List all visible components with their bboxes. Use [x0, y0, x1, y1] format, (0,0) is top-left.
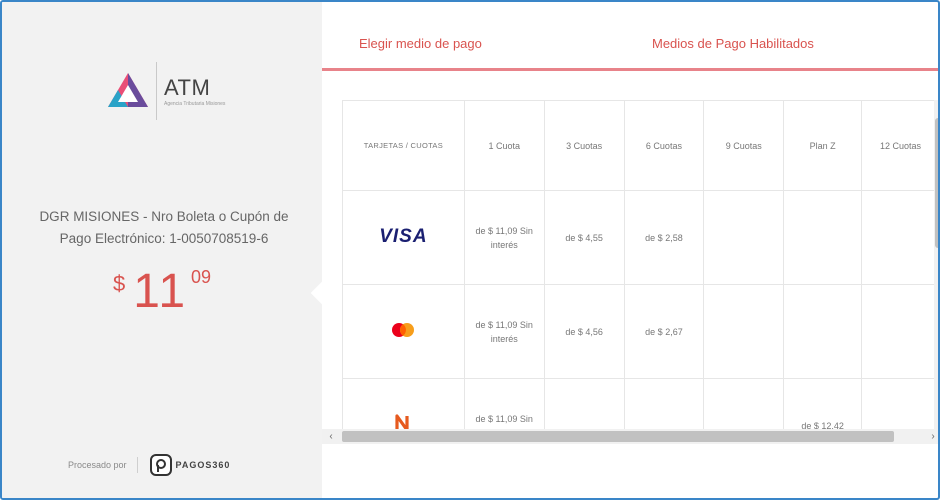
tab-enabled-payment-methods[interactable]: Medios de Pago Habilitados — [652, 36, 814, 51]
table-cell: de $ 2,58 — [623, 190, 705, 285]
brand-name: ATM — [164, 75, 211, 100]
header-6-cuotas: 6 Cuotas — [623, 100, 705, 191]
logo-divider — [156, 62, 157, 120]
header-plan-z: Plan Z — [783, 100, 863, 191]
header-9-cuotas: 9 Cuotas — [703, 100, 785, 191]
header-12-cuotas: 12 Cuotas — [861, 100, 938, 191]
naranja-logo — [395, 413, 409, 430]
table-cell: de $ 11,09 Sin interés — [463, 284, 545, 379]
payment-tabs: Elegir medio de pago Medios de Pago Habi… — [322, 2, 938, 72]
payment-window: ATM Agencia Tributaria Misiones DGR MISI… — [0, 0, 940, 500]
table-cell — [703, 284, 785, 379]
table-header-row: TARJETAS / CUOTAS 1 Cuota 3 Cuotas 6 Cuo… — [342, 100, 938, 191]
horizontal-scrollbar-thumb[interactable] — [342, 431, 894, 442]
vertical-scrollbar-thumb[interactable] — [935, 118, 938, 248]
table-cell: de $ 4,55 — [543, 190, 625, 285]
atm-logo: ATM Agencia Tributaria Misiones — [106, 62, 234, 120]
table-cell: de $ 4,56 — [543, 284, 625, 379]
processed-by-label: Procesado por — [68, 460, 127, 470]
tab-underline — [322, 68, 938, 71]
amount-decimals: 09 — [191, 267, 212, 287]
table-cell — [861, 378, 938, 430]
tab-choose-payment[interactable]: Elegir medio de pago — [359, 36, 482, 51]
payment-amount: $11 09 — [2, 264, 322, 319]
table-cell — [703, 378, 785, 430]
table-cell — [623, 378, 705, 430]
table-row[interactable]: de $ 11,09 Sin interés de $ 4,56 de $ 2,… — [342, 284, 938, 379]
logo-text: ATM Agencia Tributaria Misiones — [164, 75, 234, 107]
atm-logo-icon — [108, 73, 148, 107]
table-row[interactable]: VISA de $ 11,09 Sin interés de $ 4,55 de… — [342, 190, 938, 285]
table-cell: de $ 12,42 — [783, 378, 863, 430]
table-cell — [861, 190, 938, 285]
header-1-cuota: 1 Cuota — [463, 100, 545, 191]
table-cell: de $ 11,09 Sin interés — [463, 378, 545, 430]
visa-logo: VISA — [379, 225, 428, 247]
installments-table: TARJETAS / CUOTAS 1 Cuota 3 Cuotas 6 Cuo… — [342, 100, 938, 430]
provider-name: PAGOS360 — [175, 460, 231, 470]
table-cell — [783, 190, 863, 285]
card-cell — [342, 378, 465, 430]
scroll-left-icon[interactable]: ‹ — [324, 429, 338, 444]
table-cell — [861, 284, 938, 379]
table-cell: de $ 11,09 Sin interés — [463, 190, 545, 285]
card-cell: VISA — [342, 190, 465, 285]
card-cell — [342, 284, 465, 379]
payment-description: DGR MISIONES - Nro Boleta o Cupón de Pag… — [39, 209, 289, 246]
table-cell — [703, 190, 785, 285]
header-3-cuotas: 3 Cuotas — [543, 100, 625, 191]
pagos360-icon — [149, 454, 172, 476]
table-row[interactable]: de $ 11,09 Sin interés de $ 12,42 — [342, 378, 938, 430]
amount-integer: 11 — [133, 265, 188, 318]
table-cell — [783, 284, 863, 379]
processed-by-footer: Procesado por PAGOS360 — [68, 454, 230, 476]
amount-currency: $ — [112, 271, 126, 296]
brand-subtitle: Agencia Tributaria Misiones — [164, 101, 226, 107]
table-cell — [543, 378, 625, 430]
table-cell: de $ 2,67 — [623, 284, 705, 379]
header-cards: TARJETAS / CUOTAS — [342, 100, 465, 191]
scroll-right-icon[interactable]: › — [926, 429, 938, 444]
horizontal-scrollbar[interactable]: ‹ › — [322, 429, 938, 444]
installments-table-container: TARJETAS / CUOTAS 1 Cuota 3 Cuotas 6 Cuo… — [342, 100, 938, 430]
mastercard-logo — [392, 322, 415, 337]
footer-divider — [136, 457, 138, 473]
payment-summary-panel: ATM Agencia Tributaria Misiones DGR MISI… — [2, 2, 322, 498]
